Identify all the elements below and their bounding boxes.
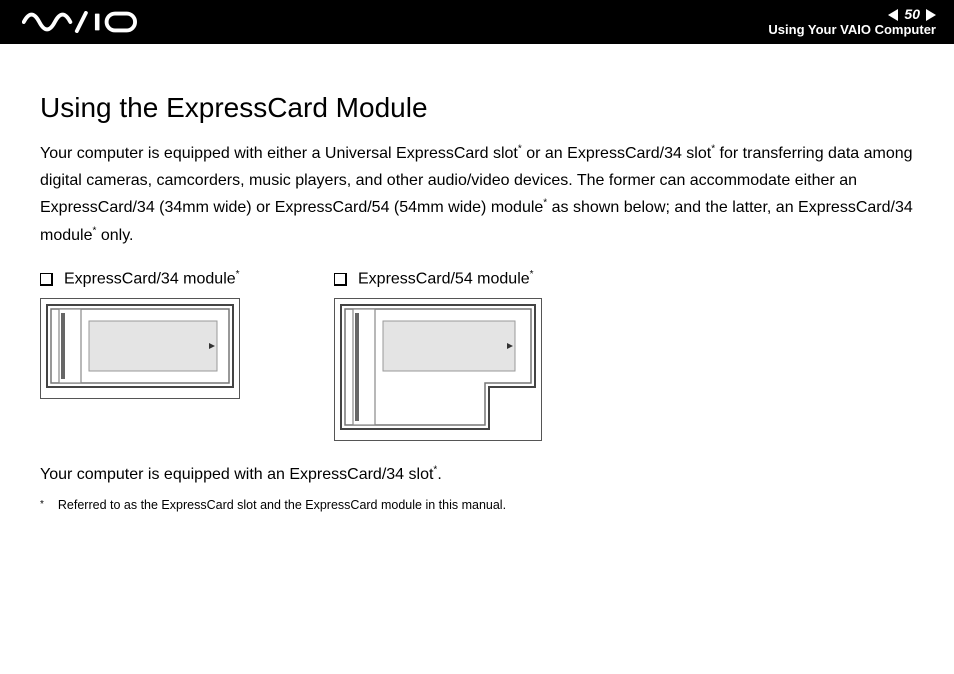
prev-page-icon[interactable] (888, 9, 898, 21)
module-54-illustration (334, 298, 542, 441)
footnote-marker: * (40, 498, 44, 512)
module-34-illustration (40, 298, 240, 399)
page-content: Using the ExpressCard Module Your comput… (0, 44, 954, 512)
header-right: 50 Using Your VAIO Computer (768, 6, 936, 37)
expresscard-34-icon (45, 303, 235, 389)
manual-page: 50 Using Your VAIO Computer Using the Ex… (0, 0, 954, 674)
module-34-column: ExpressCard/34 module* (40, 269, 240, 441)
page-number: 50 (904, 6, 920, 22)
next-page-icon[interactable] (926, 9, 936, 21)
vaio-logo-icon (22, 11, 142, 33)
section-title: Using Your VAIO Computer (768, 23, 936, 38)
text-run: . (437, 466, 441, 483)
label-text: ExpressCard/34 module (64, 270, 236, 287)
footnote-ref-icon: * (530, 269, 534, 280)
label-text: ExpressCard/54 module (358, 270, 530, 287)
intro-paragraph: Your computer is equipped with either a … (40, 140, 914, 249)
bullet-icon (40, 273, 52, 285)
text-run: or an ExpressCard/34 slot (522, 145, 711, 162)
text-run: only. (96, 227, 133, 244)
text-run: Your computer is equipped with an Expres… (40, 466, 433, 483)
header-bar: 50 Using Your VAIO Computer (0, 0, 954, 44)
text-run: Your computer is equipped with either a … (40, 145, 518, 162)
equipped-sentence: Your computer is equipped with an Expres… (40, 461, 914, 488)
vaio-logo (22, 11, 142, 33)
module-54-label: ExpressCard/54 module* (334, 269, 542, 288)
page-title: Using the ExpressCard Module (40, 92, 914, 124)
module-54-column: ExpressCard/54 module* (334, 269, 542, 441)
module-34-label: ExpressCard/34 module* (40, 269, 240, 288)
page-navigator: 50 (888, 6, 936, 22)
footnote-ref-icon: * (236, 269, 240, 280)
footnote-text: Referred to as the ExpressCard slot and … (58, 498, 506, 512)
footnote: * Referred to as the ExpressCard slot an… (40, 498, 914, 512)
module-illustrations: ExpressCard/34 module* (40, 269, 914, 441)
bullet-icon (334, 273, 346, 285)
expresscard-54-icon (339, 303, 537, 431)
